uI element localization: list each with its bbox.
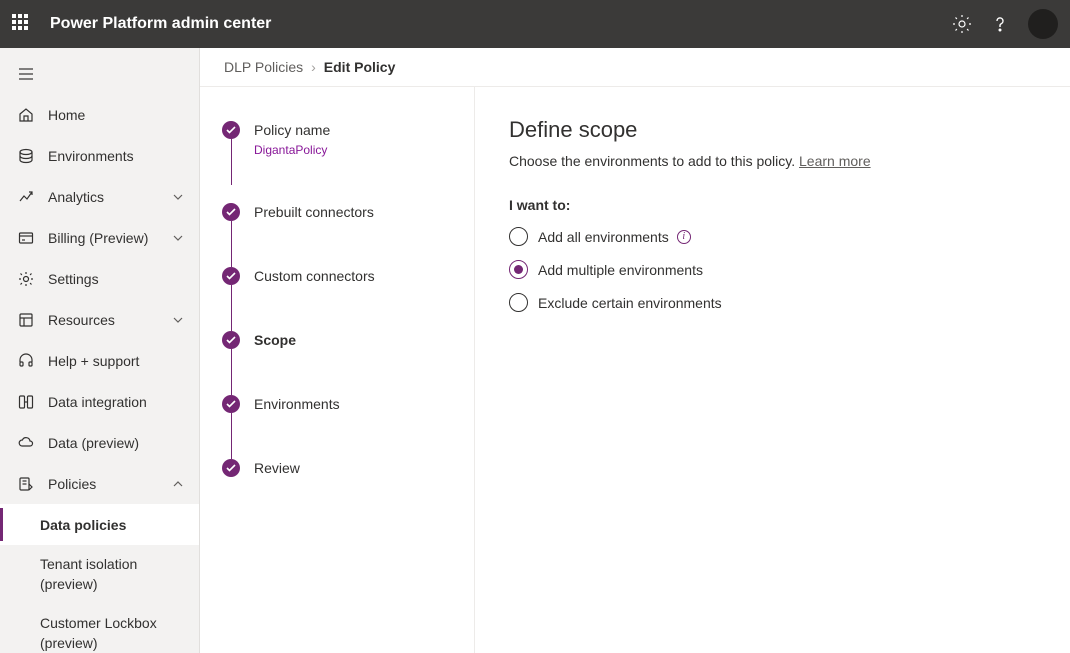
sidebar-item-home[interactable]: Home (0, 94, 199, 135)
step-complete-icon (222, 203, 240, 221)
step-complete-icon (222, 267, 240, 285)
scope-panel: Define scope Choose the environments to … (475, 87, 1070, 653)
breadcrumb-parent[interactable]: DLP Policies (224, 59, 303, 75)
radio-input[interactable] (509, 293, 528, 312)
radio-label: Exclude certain environments (538, 295, 722, 311)
sidebar-item-policies[interactable]: Policies (0, 463, 199, 504)
radio-input[interactable] (509, 260, 528, 279)
step-subtitle[interactable]: DigantaPolicy (254, 143, 330, 157)
sidebar-item-label: Home (48, 107, 185, 123)
step-review[interactable]: Review (222, 459, 454, 477)
step-complete-icon (222, 331, 240, 349)
sidebar-item-environments[interactable]: Environments (0, 135, 199, 176)
sidebar-item-billing[interactable]: Billing (Preview) (0, 217, 199, 258)
app-title: Power Platform admin center (50, 15, 952, 33)
step-complete-icon (222, 121, 240, 139)
app-launcher-icon[interactable] (12, 14, 32, 34)
environments-icon (18, 148, 34, 164)
sidebar-subitem-label: Customer Lockbox (preview) (40, 614, 187, 653)
step-policy-name[interactable]: Policy name DigantaPolicy (222, 121, 454, 203)
chevron-up-icon (171, 477, 185, 491)
step-title: Environments (254, 395, 340, 413)
billing-icon (18, 230, 34, 246)
sidebar-subitem-tenant-isolation[interactable]: Tenant isolation (preview) (0, 545, 199, 604)
sidebar-subitem-label: Tenant isolation (preview) (40, 555, 187, 594)
main: DLP Policies › Edit Policy Policy name D… (200, 48, 1070, 653)
sidebar-item-data-integration[interactable]: Data integration (0, 381, 199, 422)
sidebar-item-label: Environments (48, 148, 185, 164)
radio-label: Add multiple environments (538, 262, 703, 278)
radio-add-all[interactable]: Add all environments i (509, 227, 1036, 246)
policies-icon (18, 476, 34, 492)
sidebar-item-label: Billing (Preview) (48, 230, 171, 246)
user-avatar[interactable] (1028, 9, 1058, 39)
resources-icon (18, 312, 34, 328)
chevron-down-icon (171, 313, 185, 327)
learn-more-link[interactable]: Learn more (799, 153, 871, 169)
breadcrumb-current: Edit Policy (324, 59, 396, 75)
step-title: Scope (254, 331, 296, 349)
info-icon[interactable]: i (677, 230, 691, 244)
sidebar-subitem-label: Data policies (40, 517, 126, 533)
sidebar-item-label: Data integration (48, 394, 185, 410)
wizard-stepper: Policy name DigantaPolicy Prebuilt conne… (200, 87, 475, 653)
sidebar-item-data-preview[interactable]: Data (preview) (0, 422, 199, 463)
sidebar-item-label: Policies (48, 476, 171, 492)
step-complete-icon (222, 395, 240, 413)
step-custom-connectors[interactable]: Custom connectors (222, 267, 454, 331)
topbar: Power Platform admin center (0, 0, 1070, 48)
sidebar-item-help[interactable]: Help + support (0, 340, 199, 381)
panel-title: Define scope (509, 117, 1036, 143)
help-icon[interactable] (990, 14, 1010, 34)
topbar-actions (952, 9, 1058, 39)
radio-label: Add all environments (538, 229, 669, 245)
radio-add-multiple[interactable]: Add multiple environments (509, 260, 1036, 279)
sidebar-item-label: Data (preview) (48, 435, 185, 451)
sidebar-subitem-data-policies[interactable]: Data policies (0, 504, 199, 545)
sidebar-toggle[interactable] (0, 54, 199, 94)
headset-icon (18, 353, 34, 369)
step-title: Review (254, 459, 300, 477)
step-complete-icon (222, 459, 240, 477)
chevron-right-icon: › (311, 59, 316, 75)
panel-description: Choose the environments to add to this p… (509, 153, 1036, 169)
radio-exclude[interactable]: Exclude certain environments (509, 293, 1036, 312)
chevron-down-icon (171, 190, 185, 204)
gear-icon (18, 271, 34, 287)
sidebar-subitem-customer-lockbox[interactable]: Customer Lockbox (preview) (0, 604, 199, 653)
sidebar-item-label: Resources (48, 312, 171, 328)
sidebar-item-analytics[interactable]: Analytics (0, 176, 199, 217)
breadcrumb: DLP Policies › Edit Policy (200, 48, 1070, 87)
step-title: Prebuilt connectors (254, 203, 374, 221)
sidebar-item-label: Analytics (48, 189, 171, 205)
chevron-down-icon (171, 231, 185, 245)
sidebar: Home Environments Analytics Billing (Pre… (0, 48, 200, 653)
sidebar-item-label: Help + support (48, 353, 185, 369)
step-title: Custom connectors (254, 267, 375, 285)
step-title: Policy name (254, 121, 330, 139)
step-scope[interactable]: Scope (222, 331, 454, 395)
sidebar-item-label: Settings (48, 271, 185, 287)
step-prebuilt-connectors[interactable]: Prebuilt connectors (222, 203, 454, 267)
scope-form-label: I want to: (509, 197, 1036, 213)
cloud-icon (18, 435, 34, 451)
analytics-icon (18, 189, 34, 205)
step-environments[interactable]: Environments (222, 395, 454, 459)
sidebar-item-settings[interactable]: Settings (0, 258, 199, 299)
settings-icon[interactable] (952, 14, 972, 34)
sidebar-item-resources[interactable]: Resources (0, 299, 199, 340)
data-integration-icon (18, 394, 34, 410)
radio-input[interactable] (509, 227, 528, 246)
home-icon (18, 107, 34, 123)
